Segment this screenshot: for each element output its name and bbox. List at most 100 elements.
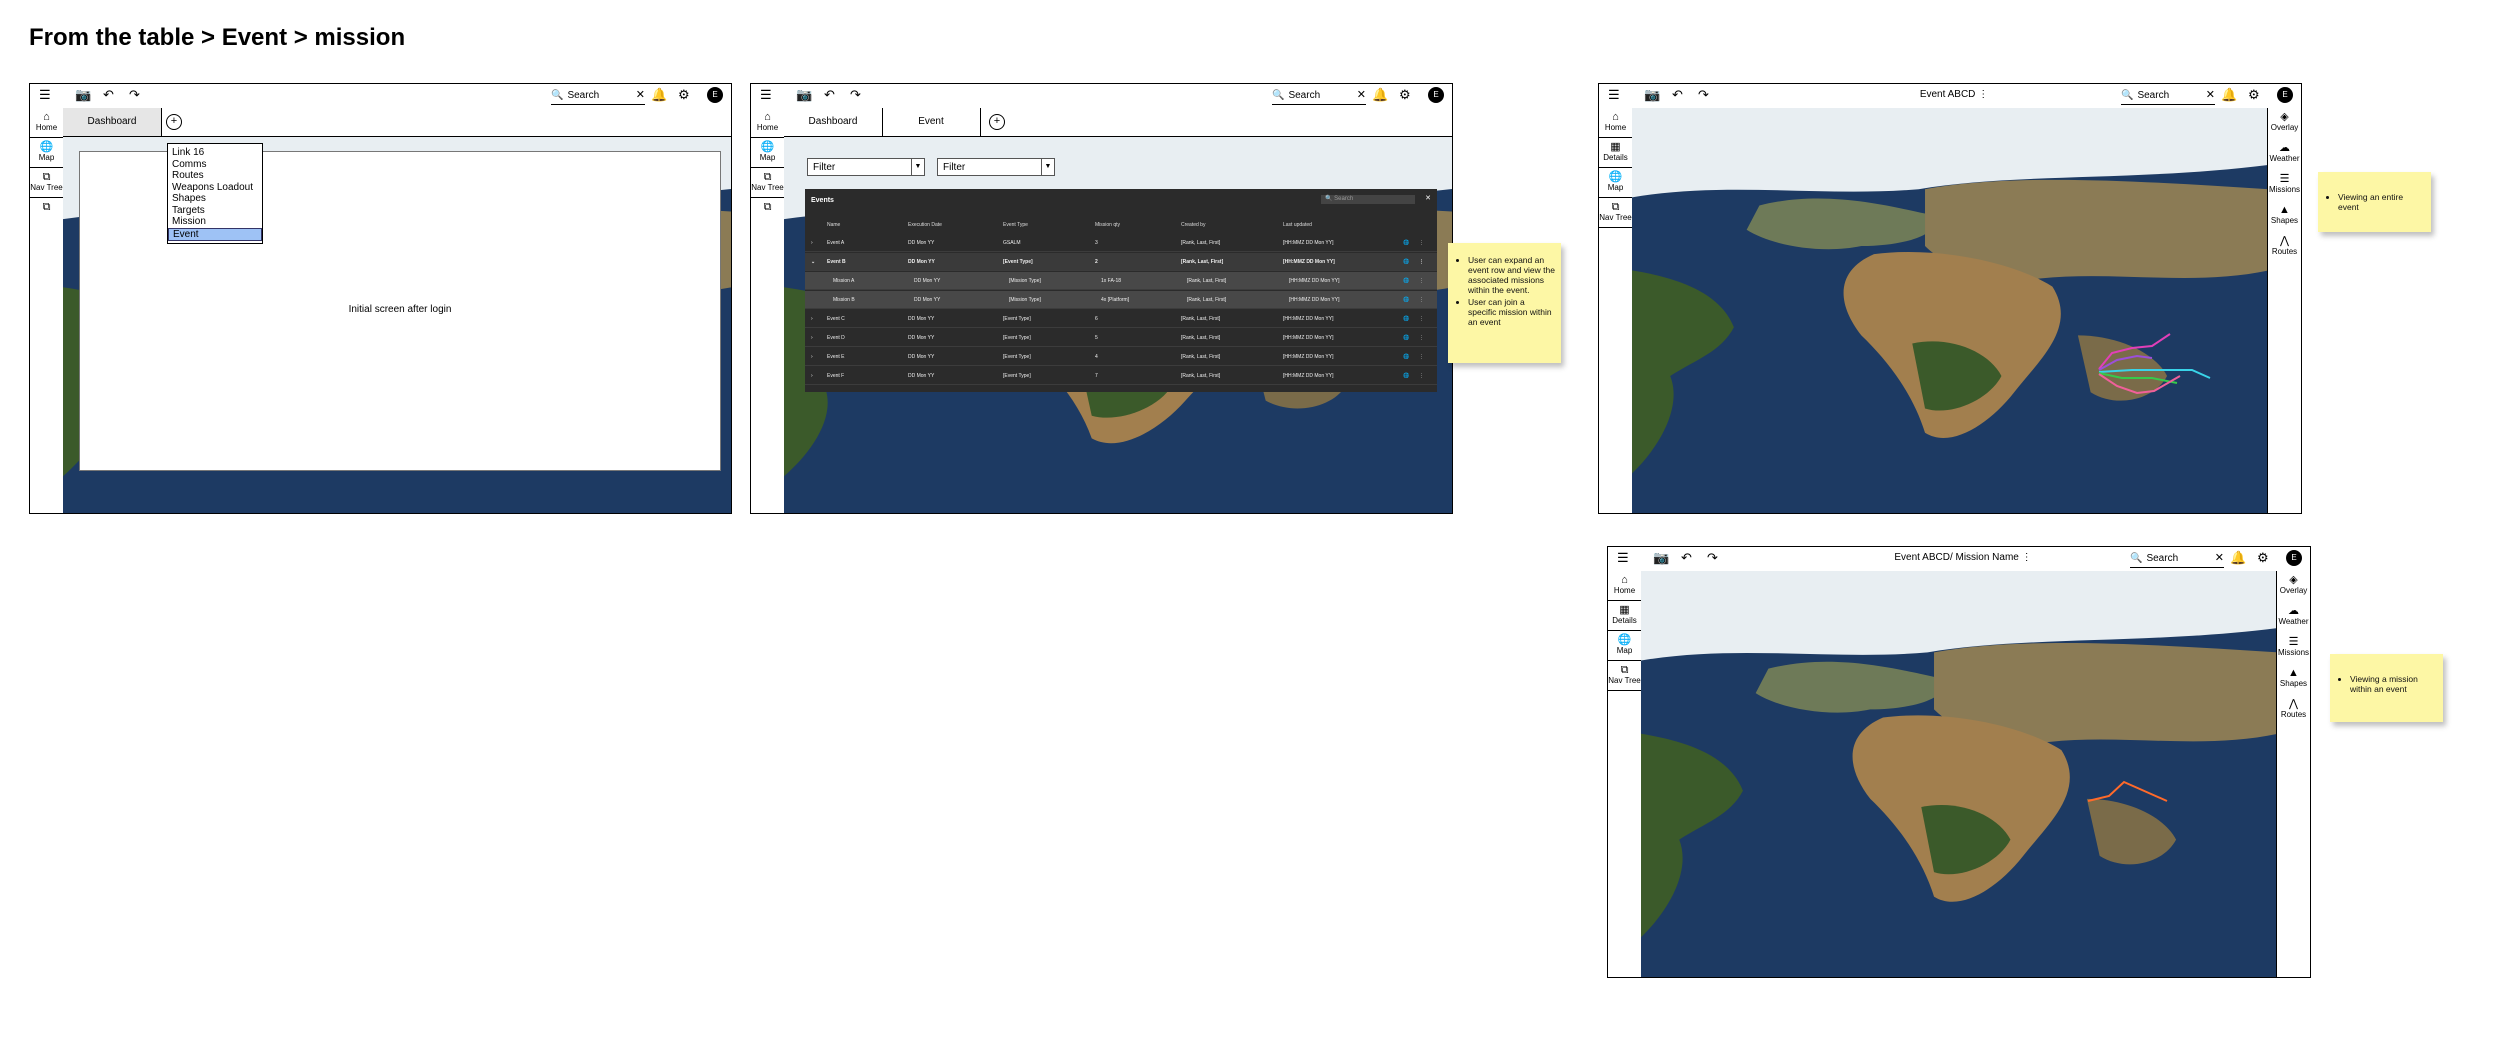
nav-home[interactable]: ⌂ Home xyxy=(1599,108,1632,138)
more-vertical-icon[interactable]: ⋮ xyxy=(1419,297,1424,303)
more-vertical-icon[interactable]: ⋮ xyxy=(1419,316,1424,322)
search-input[interactable]: 🔍 Search ✕ xyxy=(2121,87,2215,105)
nav-map[interactable]: 🌐 Map xyxy=(30,138,63,168)
undo-icon[interactable]: ↶ xyxy=(103,87,114,103)
dropdown-item-targets[interactable]: Targets xyxy=(168,205,262,217)
camera-icon[interactable]: 📷 xyxy=(796,87,812,103)
bell-icon[interactable]: 🔔 xyxy=(651,87,667,103)
chevron-right-icon[interactable]: › xyxy=(811,373,813,379)
nav-tree[interactable]: ⧉ Nav Tree xyxy=(1608,661,1641,691)
dropdown-item-comms[interactable]: Comms xyxy=(168,159,262,171)
avatar[interactable]: E xyxy=(2286,550,2302,566)
hamburger-menu-icon[interactable]: ☰ xyxy=(39,87,51,103)
search-input[interactable]: 🔍 Search ✕ xyxy=(551,87,645,105)
join-globe-icon[interactable]: 🌐 xyxy=(1403,297,1409,303)
dropdown-item-event[interactable]: Event xyxy=(168,227,262,241)
bell-icon[interactable]: 🔔 xyxy=(2230,550,2246,566)
avatar[interactable]: E xyxy=(2277,87,2293,103)
table-row[interactable]: › Event F DD Mon YY [Event Type] 7 [Rank, Las… xyxy=(805,367,1437,385)
join-globe-icon[interactable]: 🌐 xyxy=(1403,278,1409,284)
column-header-name[interactable]: Name xyxy=(827,222,840,228)
camera-icon[interactable]: 📷 xyxy=(1653,550,1669,566)
avatar[interactable]: E xyxy=(1428,87,1444,103)
dropdown-item-mission[interactable]: Mission xyxy=(168,216,262,228)
column-header-mission-qty[interactable]: Mission qty xyxy=(1095,222,1120,228)
redo-icon[interactable]: ↷ xyxy=(1698,87,1709,103)
rnav-weather[interactable]: ☁ Weather xyxy=(2268,139,2301,170)
events-search-input[interactable]: 🔍 Search xyxy=(1321,195,1415,204)
filter-select-2[interactable]: Filter ▼ xyxy=(937,158,1055,176)
clear-search-icon[interactable]: ✕ xyxy=(2206,87,2215,104)
mission-row[interactable]: Mission B DD Mon YY [Mission Type] 4x [Plat… xyxy=(805,291,1437,309)
tab-dashboard[interactable]: Dashboard xyxy=(784,108,883,136)
join-globe-icon[interactable]: 🌐 xyxy=(1403,373,1409,379)
table-row[interactable]: ⌄ Event B DD Mon YY [Event Type] 2 [Rank, Las… xyxy=(805,253,1437,271)
redo-icon[interactable]: ↷ xyxy=(1707,550,1718,566)
mission-row[interactable]: Mission A DD Mon YY [Mission Type] 1x FA-18… xyxy=(805,272,1437,290)
rnav-shapes[interactable]: ▲ Shapes xyxy=(2268,201,2301,232)
bell-icon[interactable]: 🔔 xyxy=(2221,87,2237,103)
nav-tree[interactable]: ⧉ Nav Tree xyxy=(751,168,784,198)
nav-home[interactable]: ⌂ Home xyxy=(1608,571,1641,601)
add-tab-icon[interactable]: + xyxy=(166,114,182,130)
chevron-right-icon[interactable]: › xyxy=(811,354,813,360)
rnav-routes[interactable]: ⋀ Routes xyxy=(2268,232,2301,263)
nav-tree[interactable]: ⧉ Nav Tree xyxy=(1599,198,1632,228)
undo-icon[interactable]: ↶ xyxy=(1681,550,1692,566)
hamburger-menu-icon[interactable]: ☰ xyxy=(1617,550,1629,566)
join-globe-icon[interactable]: 🌐 xyxy=(1403,259,1409,265)
chevron-right-icon[interactable]: › xyxy=(811,240,813,246)
clear-search-icon[interactable]: ✕ xyxy=(1357,87,1366,104)
add-tab-icon[interactable]: + xyxy=(989,114,1005,130)
camera-icon[interactable]: 📷 xyxy=(75,87,91,103)
gear-icon[interactable]: ⚙ xyxy=(678,87,690,103)
rnav-missions[interactable]: ☰ Missions xyxy=(2268,170,2301,201)
hamburger-menu-icon[interactable]: ☰ xyxy=(760,87,772,103)
mission-title[interactable]: Event ABCD/ Mission Name ⋮ xyxy=(1833,552,2093,563)
world-map[interactable] xyxy=(1641,571,2278,978)
more-vertical-icon[interactable]: ⋮ xyxy=(1419,240,1424,246)
chevron-right-icon[interactable]: › xyxy=(811,316,813,322)
nav-tree-secondary[interactable]: ⧉ xyxy=(751,198,784,228)
more-vertical-icon[interactable]: ⋮ xyxy=(1419,354,1424,360)
nav-map[interactable]: 🌐 Map xyxy=(751,138,784,168)
redo-icon[interactable]: ↷ xyxy=(850,87,861,103)
clear-search-icon[interactable]: ✕ xyxy=(636,87,645,104)
gear-icon[interactable]: ⚙ xyxy=(2257,550,2269,566)
nav-home[interactable]: ⌂ Home xyxy=(751,108,784,138)
undo-icon[interactable]: ↶ xyxy=(1672,87,1683,103)
join-globe-icon[interactable]: 🌐 xyxy=(1403,240,1409,246)
filter-select-1[interactable]: Filter ▼ xyxy=(807,158,925,176)
tab-event[interactable]: Event xyxy=(882,108,981,136)
table-row[interactable]: › Event E DD Mon YY [Event Type] 4 [Rank, Las… xyxy=(805,348,1437,366)
nav-map[interactable]: 🌐 Map xyxy=(1608,631,1641,661)
dropdown-item-link16[interactable]: Link 16 xyxy=(168,147,262,159)
rnav-routes[interactable]: ⋀ Routes xyxy=(2277,695,2310,726)
column-header-created-by[interactable]: Created by xyxy=(1181,222,1205,228)
more-vertical-icon[interactable]: ⋮ xyxy=(2022,552,2032,563)
column-header-last-updated[interactable]: Last updated xyxy=(1283,222,1312,228)
join-globe-icon[interactable]: 🌐 xyxy=(1403,335,1409,341)
more-vertical-icon[interactable]: ⋮ xyxy=(1419,259,1424,265)
rnav-weather[interactable]: ☁ Weather xyxy=(2277,602,2310,633)
camera-icon[interactable]: 📷 xyxy=(1644,87,1660,103)
rnav-missions[interactable]: ☰ Missions xyxy=(2277,633,2310,664)
search-input[interactable]: 🔍 Search ✕ xyxy=(2130,550,2224,568)
dropdown-item-routes[interactable]: Routes xyxy=(168,170,262,182)
nav-tree-secondary[interactable]: ⧉ xyxy=(30,198,63,228)
table-row[interactable]: › Event A DD Mon YY GSALM 3 [Rank, Last, Firs… xyxy=(805,234,1437,252)
nav-map[interactable]: 🌐 Map xyxy=(1599,168,1632,198)
chevron-right-icon[interactable]: › xyxy=(811,335,813,341)
table-row[interactable]: › Event D DD Mon YY [Event Type] 5 [Rank, Las… xyxy=(805,329,1437,347)
more-vertical-icon[interactable]: ⋮ xyxy=(1978,89,1988,100)
nav-tree[interactable]: ⧉ Nav Tree xyxy=(30,168,63,198)
rnav-shapes[interactable]: ▲ Shapes xyxy=(2277,664,2310,695)
undo-icon[interactable]: ↶ xyxy=(824,87,835,103)
gear-icon[interactable]: ⚙ xyxy=(2248,87,2260,103)
avatar[interactable]: E xyxy=(707,87,723,103)
bell-icon[interactable]: 🔔 xyxy=(1372,87,1388,103)
event-title[interactable]: Event ABCD ⋮ xyxy=(1824,89,2084,100)
rnav-overlay[interactable]: ◈ Overlay xyxy=(2277,571,2310,602)
column-header-execution-date[interactable]: Execution Date xyxy=(908,222,942,228)
search-input[interactable]: 🔍 Search ✕ xyxy=(1272,87,1366,105)
